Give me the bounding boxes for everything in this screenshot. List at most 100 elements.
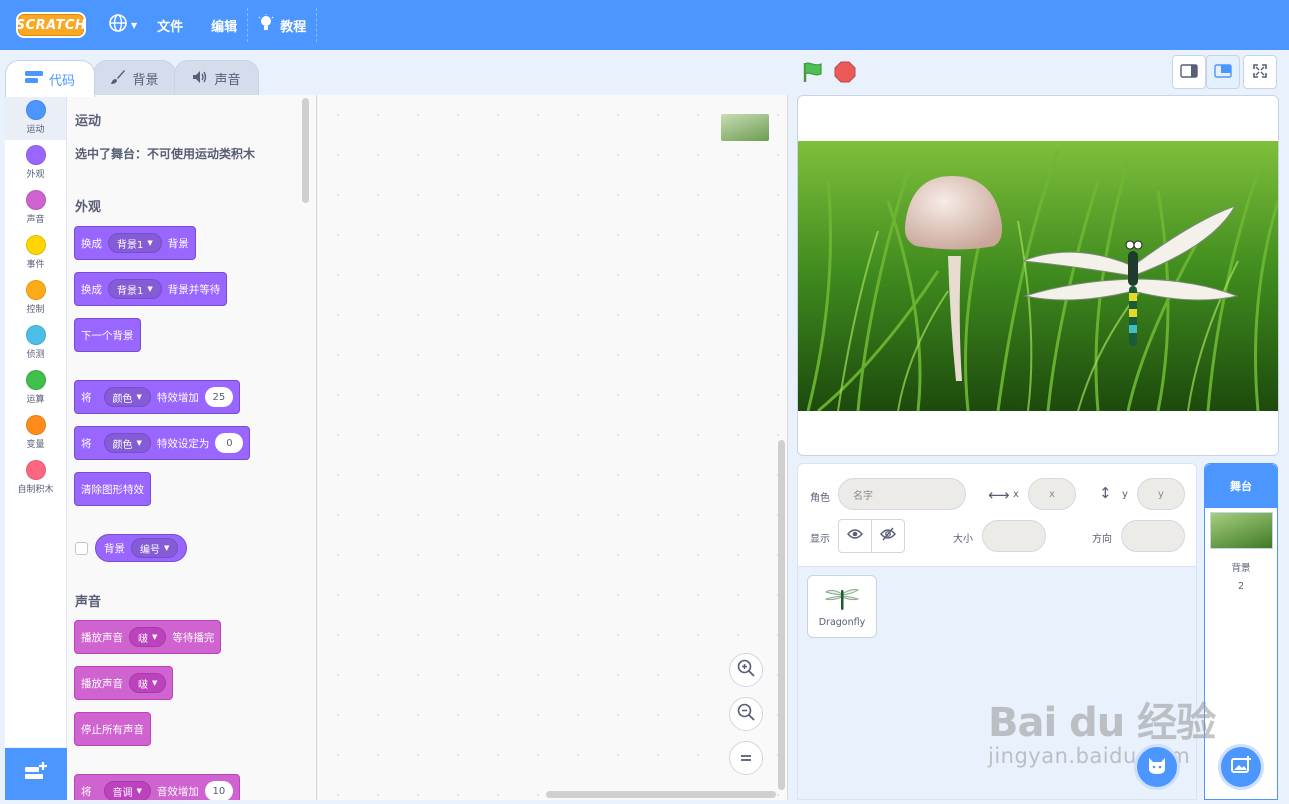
next-backdrop-block[interactable]: 下一个背景 — [74, 318, 141, 352]
category-variables[interactable]: 变量 — [5, 410, 66, 455]
sprite-label: 角色 — [810, 493, 830, 504]
category-label: 控制 — [26, 305, 45, 315]
small-stage-button[interactable] — [1172, 55, 1206, 89]
eye-icon — [847, 528, 863, 544]
effect-value-input[interactable]: 0 — [215, 433, 244, 453]
backdrop-reporter-checkbox[interactable] — [75, 542, 88, 555]
sound-effect-dropdown[interactable]: 音调 ▼ — [103, 781, 151, 800]
zoom-out-icon — [736, 702, 756, 726]
control-dot — [25, 280, 46, 300]
backdrop-number-reporter[interactable]: 背景 编号 ▼ — [95, 534, 188, 562]
change-effect-block[interactable]: 将 颜色 ▼ 特效增加 25 — [74, 380, 240, 414]
dropdown-value: 啵 — [138, 633, 148, 645]
block-text: 背景 — [104, 542, 125, 555]
block-text: 清除图形特效 — [81, 483, 144, 496]
effect-dropdown[interactable]: 颜色 ▼ — [103, 433, 151, 453]
hide-sprite-button[interactable] — [871, 519, 905, 553]
category-motion[interactable]: 运动 — [5, 95, 66, 140]
normal-stage-button[interactable] — [1206, 55, 1240, 89]
switch-backdrop-wait-block[interactable]: 换成 背景1 ▼ 背景并等待 — [74, 272, 228, 306]
motion-disabled-note: 选中了舞台：不可使用运动类积木 — [75, 147, 256, 161]
menu-bar: SCRATCH ▼ 文件 编辑 教程 — [0, 0, 1289, 50]
sound-dropdown[interactable]: 啵 ▼ — [129, 673, 167, 693]
tab-sounds[interactable]: 声音 — [174, 60, 259, 96]
block-text: 下一个背景 — [81, 329, 134, 342]
add-extension-button[interactable] — [5, 748, 67, 800]
category-events[interactable]: 事件 — [5, 230, 66, 275]
sound-heading: 声音 — [75, 595, 102, 610]
green-flag-icon — [801, 62, 825, 87]
tutorials-menu[interactable]: 教程 — [248, 0, 316, 50]
sprite-name-input[interactable]: 名字 — [838, 478, 966, 510]
caret-down-icon: ▼ — [147, 239, 153, 247]
language-menu[interactable]: ▼ — [98, 0, 147, 50]
choose-backdrop-button[interactable] — [1218, 744, 1264, 790]
stage-pane-title: 舞台 — [1205, 464, 1277, 508]
fullscreen-button[interactable] — [1243, 55, 1277, 89]
sprite-tile-dragonfly[interactable]: Dragonfly — [807, 575, 877, 638]
category-looks[interactable]: 外观 — [5, 140, 66, 185]
category-control[interactable]: 控制 — [5, 275, 66, 320]
category-sensing[interactable]: 侦测 — [5, 320, 66, 365]
zoom-in-button[interactable] — [729, 653, 763, 687]
category-label: 自制积木 — [17, 485, 54, 495]
y-input[interactable]: y — [1137, 478, 1185, 510]
effect-dropdown[interactable]: 颜色 ▼ — [103, 387, 151, 407]
choose-sprite-button[interactable] — [1134, 744, 1180, 790]
x-input[interactable]: x — [1028, 478, 1076, 510]
zoom-reset-button[interactable] — [729, 741, 763, 775]
tab-backdrops[interactable]: 背景 — [93, 60, 176, 96]
tab-backdrops-label: 背景 — [132, 73, 159, 88]
set-effect-block[interactable]: 将 颜色 ▼ 特效设定为 0 — [74, 426, 251, 460]
category-label: 事件 — [26, 260, 45, 270]
motion-heading: 运动 — [75, 114, 102, 129]
effect-amount-input[interactable]: 25 — [204, 387, 233, 407]
backdrop-thumbnail[interactable] — [1210, 512, 1273, 549]
category-label: 声音 — [26, 215, 45, 225]
sound-dropdown[interactable]: 啵 ▼ — [129, 627, 167, 647]
watermark-title: Bai du 经验 — [988, 700, 1216, 746]
tab-code[interactable]: 代码 — [5, 60, 95, 97]
operators-dot — [25, 370, 46, 390]
palette-scrollbar[interactable] — [302, 98, 309, 203]
switch-backdrop-block[interactable]: 换成 背景1 ▼ 背景 — [74, 226, 196, 260]
edit-menu[interactable]: 编辑 — [201, 0, 247, 50]
direction-input[interactable] — [1121, 520, 1185, 552]
x-label: x — [1013, 489, 1019, 500]
file-menu[interactable]: 文件 — [147, 0, 193, 50]
stop-button[interactable] — [834, 61, 856, 83]
script-horizontal-scrollbar[interactable] — [546, 791, 776, 798]
stop-all-sounds-block[interactable]: 停止所有声音 — [74, 712, 151, 746]
target-thumbnail — [721, 114, 769, 141]
sound-effect-amount-input[interactable]: 10 — [204, 781, 233, 800]
block-text: 背景 — [167, 237, 189, 250]
start-sound-block[interactable]: 播放声音 啵 ▼ — [74, 666, 174, 700]
lightbulb-icon — [258, 14, 274, 36]
script-vertical-scrollbar[interactable] — [778, 440, 785, 790]
category-label: 外观 — [26, 170, 45, 180]
script-area[interactable] — [318, 95, 788, 800]
stage[interactable] — [797, 95, 1279, 456]
category-operators[interactable]: 运算 — [5, 365, 66, 410]
dropdown-value: 颜色 — [112, 393, 133, 405]
caret-down-icon: ▼ — [152, 633, 158, 641]
scratch-logo[interactable]: SCRATCH — [16, 12, 86, 38]
stop-sign-icon — [834, 61, 856, 86]
clear-effects-block[interactable]: 清除图形特效 — [74, 472, 151, 506]
backdrop-dropdown[interactable]: 背景1 ▼ — [108, 233, 162, 253]
eye-slash-icon — [880, 527, 896, 545]
image-add-icon — [1230, 755, 1252, 779]
green-flag-button[interactable] — [801, 60, 825, 84]
category-my-blocks[interactable]: 自制积木 — [5, 455, 66, 500]
backdrop-dropdown[interactable]: 背景1 ▼ — [108, 279, 162, 299]
size-input[interactable] — [982, 520, 1046, 552]
play-sound-until-done-block[interactable]: 播放声音 啵 ▼ 等待播完 — [74, 620, 222, 654]
change-sound-effect-block[interactable]: 将 音调 ▼ 音效增加 10 — [74, 774, 240, 800]
zoom-out-button[interactable] — [729, 697, 763, 731]
caret-down-icon: ▼ — [136, 393, 142, 401]
show-sprite-button[interactable] — [838, 519, 872, 553]
watermark-url: jingyan.baidu.com — [988, 744, 1191, 768]
globe-icon — [108, 13, 128, 38]
backdrop-property-dropdown[interactable]: 编号 ▼ — [131, 538, 179, 558]
category-sound[interactable]: 声音 — [5, 185, 66, 230]
